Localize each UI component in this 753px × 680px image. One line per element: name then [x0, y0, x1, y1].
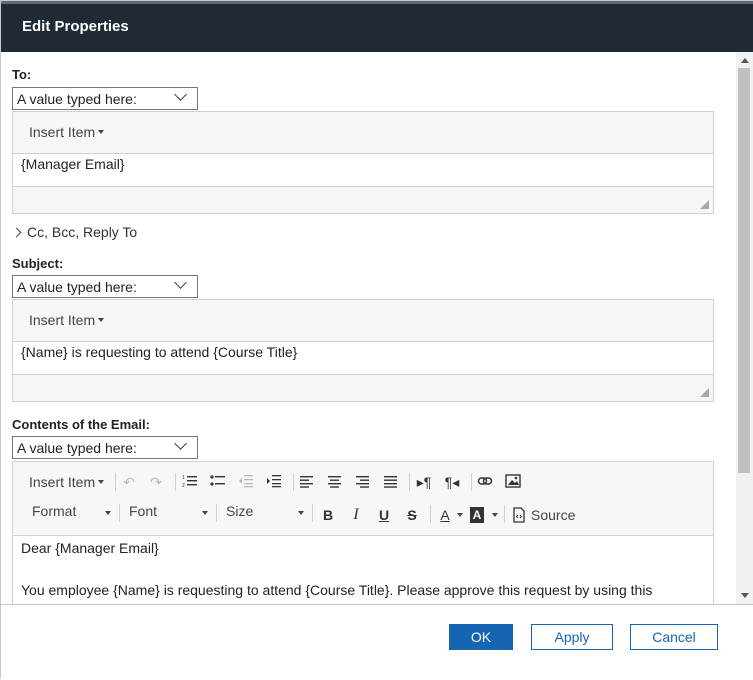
- to-insert-item-button[interactable]: Insert Item: [29, 124, 105, 140]
- to-label: To:: [12, 67, 32, 82]
- to-select-value: A value typed here:: [17, 91, 137, 107]
- scroll-up-arrow-icon[interactable]: [741, 58, 749, 63]
- toolbar-separator: [312, 504, 313, 522]
- subject-value-type-select[interactable]: A value typed here:: [12, 275, 198, 298]
- align-center-icon[interactable]: [326, 474, 344, 490]
- undo-icon[interactable]: ↶: [120, 474, 138, 490]
- rtl-direction-icon[interactable]: ¶◂: [443, 474, 461, 490]
- size-dropdown[interactable]: Size: [226, 503, 253, 519]
- numbered-list-icon[interactable]: 12: [181, 474, 199, 490]
- dialog-title: Edit Properties: [22, 18, 129, 35]
- toolbar-separator: [175, 473, 176, 491]
- subject-insert-item-button[interactable]: Insert Item: [29, 312, 105, 328]
- to-editor-toolbar: Insert Item: [13, 112, 713, 154]
- decrease-indent-icon[interactable]: [237, 474, 255, 490]
- text-color-button[interactable]: A: [436, 507, 454, 523]
- to-editor-content[interactable]: {Manager Email}: [21, 156, 125, 172]
- strikethrough-button[interactable]: S: [403, 507, 421, 523]
- toolbar-separator: [409, 473, 410, 491]
- toolbar-separator: [115, 473, 116, 491]
- toolbar-separator: [471, 473, 472, 491]
- contents-rich-editor: Insert Item ↶ ↷ 12 ▸¶ ¶◂ Format Font Siz…: [12, 461, 714, 604]
- toolbar-separator: [430, 505, 431, 523]
- increase-indent-icon[interactable]: [265, 474, 283, 490]
- caret-down-icon: [492, 513, 498, 517]
- toolbar-separator: [293, 473, 294, 491]
- resize-grip-icon[interactable]: [700, 388, 709, 397]
- size-label: Size: [226, 503, 254, 519]
- chevron-down-icon: [174, 437, 187, 450]
- subject-editor-toolbar: Insert Item: [13, 300, 713, 342]
- font-dropdown[interactable]: Font: [129, 503, 157, 519]
- email-line-body[interactable]: You employee {Name} is requesting to att…: [21, 582, 652, 598]
- toolbar-separator: [216, 504, 217, 522]
- italic-button[interactable]: I: [347, 507, 365, 523]
- chevron-down-icon: [174, 276, 187, 289]
- format-dropdown[interactable]: Format: [32, 503, 76, 519]
- to-editor: Insert Item {Manager Email}: [12, 111, 714, 214]
- titlebar-top-line: [1, 1, 753, 4]
- caret-down-icon: [202, 511, 208, 515]
- link-icon[interactable]: [476, 474, 494, 490]
- subject-select-value: A value typed here:: [17, 279, 137, 295]
- source-icon[interactable]: [510, 507, 528, 523]
- align-left-icon[interactable]: [298, 474, 316, 490]
- source-button[interactable]: Source: [531, 507, 575, 523]
- caret-down-icon: [105, 511, 111, 515]
- dialog-body: To: A value typed here: Insert Item {Man…: [1, 52, 736, 604]
- underline-button[interactable]: U: [375, 507, 393, 523]
- dialog-titlebar: Edit Properties: [1, 1, 753, 52]
- justify-icon[interactable]: [382, 474, 400, 490]
- email-line-greeting[interactable]: Dear {Manager Email}: [21, 540, 159, 556]
- contents-value-type-select[interactable]: A value typed here:: [12, 436, 198, 459]
- vertical-scrollbar[interactable]: [736, 52, 753, 604]
- subject-editor-content[interactable]: {Name} is requesting to attend {Course T…: [21, 344, 297, 360]
- caret-down-icon: [298, 511, 304, 515]
- to-editor-footer: [13, 186, 713, 213]
- image-icon[interactable]: [504, 474, 522, 490]
- contents-select-value: A value typed here:: [17, 440, 137, 456]
- caret-down-icon: [457, 513, 463, 517]
- chevron-right-icon: [11, 227, 22, 238]
- caret-down-icon: [98, 130, 105, 135]
- insert-item-label: Insert Item: [29, 312, 96, 328]
- scroll-down-arrow-icon[interactable]: [741, 593, 749, 598]
- ok-button[interactable]: OK: [449, 624, 513, 650]
- subject-label: Subject:: [12, 256, 64, 271]
- rich-editor-toolbar: Insert Item ↶ ↷ 12 ▸¶ ¶◂ Format Font Siz…: [13, 462, 713, 536]
- edit-properties-dialog: Edit Properties To: A value typed here: …: [0, 0, 753, 680]
- insert-item-label: Insert Item: [29, 124, 96, 140]
- cc-bcc-replyto-toggle[interactable]: Cc, Bcc, Reply To: [11, 224, 138, 240]
- caret-down-icon: [98, 480, 105, 485]
- to-value-type-select[interactable]: A value typed here:: [12, 87, 198, 110]
- font-label: Font: [129, 503, 158, 519]
- subject-editor: Insert Item {Name} is requesting to atte…: [12, 299, 714, 402]
- svg-text:2: 2: [182, 483, 185, 488]
- bold-button[interactable]: B: [319, 507, 337, 523]
- cc-bcc-replyto-label: Cc, Bcc, Reply To: [27, 224, 138, 240]
- scrollbar-thumb[interactable]: [738, 68, 750, 473]
- format-label: Format: [32, 503, 77, 519]
- background-color-button[interactable]: A: [470, 507, 484, 523]
- contents-label: Contents of the Email:: [12, 417, 150, 432]
- subject-editor-footer: [13, 374, 713, 401]
- redo-icon[interactable]: ↷: [147, 474, 165, 490]
- chevron-down-icon: [174, 88, 187, 101]
- toolbar-separator: [504, 505, 505, 523]
- apply-button[interactable]: Apply: [531, 624, 613, 650]
- dialog-footer: OK Apply Cancel: [1, 604, 753, 680]
- bulleted-list-icon[interactable]: [209, 474, 227, 490]
- svg-text:1: 1: [182, 475, 185, 481]
- toolbar-separator: [119, 504, 120, 522]
- align-right-icon[interactable]: [354, 474, 372, 490]
- caret-down-icon: [98, 318, 105, 323]
- ltr-direction-icon[interactable]: ▸¶: [415, 474, 433, 490]
- resize-grip-icon[interactable]: [700, 200, 709, 209]
- insert-item-label: Insert Item: [29, 474, 96, 490]
- rich-insert-item-button[interactable]: Insert Item: [29, 474, 105, 490]
- cancel-button[interactable]: Cancel: [630, 624, 718, 650]
